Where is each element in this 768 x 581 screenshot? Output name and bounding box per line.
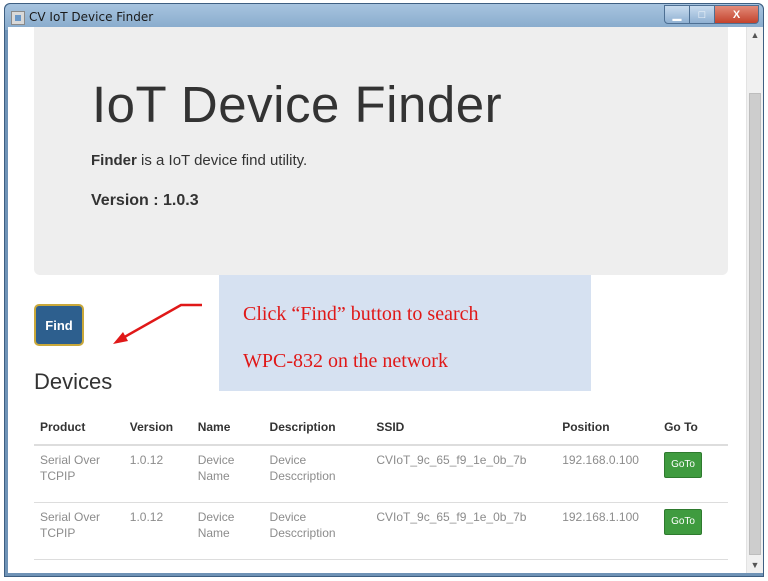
cell-goto: GoTo bbox=[658, 445, 728, 503]
col-header-description: Description bbox=[263, 410, 371, 446]
cell-product: Serial Over TCPIP bbox=[34, 502, 124, 560]
cell-position: 192.168.1.100 bbox=[556, 502, 659, 560]
minimize-button[interactable]: ▁ bbox=[664, 5, 690, 24]
close-button[interactable]: X bbox=[715, 5, 759, 24]
cell-position: 192.168.0.100 bbox=[556, 445, 659, 503]
maximize-icon: □ bbox=[698, 8, 706, 21]
cell-version: 1.0.12 bbox=[123, 502, 192, 560]
col-header-version: Version bbox=[123, 410, 192, 446]
arrow-head-icon bbox=[113, 332, 128, 344]
goto-button[interactable]: GoTo bbox=[664, 509, 702, 535]
minimize-icon: ▁ bbox=[672, 9, 682, 21]
close-icon: X bbox=[732, 8, 741, 21]
devices-table: Product Version Name Description SSID Po… bbox=[34, 410, 728, 560]
scroll-down-icon[interactable]: ▼ bbox=[747, 557, 763, 573]
cell-name: Device Name bbox=[191, 502, 264, 560]
cell-name: Device Name bbox=[191, 445, 264, 503]
table-row: Serial Over TCPIP 1.0.12 Device Name Dev… bbox=[34, 445, 728, 503]
scroll-up-icon[interactable]: ▲ bbox=[747, 27, 763, 43]
cell-ssid: CVIoT_9c_65_f9_1e_0b_7b bbox=[370, 502, 557, 560]
scroll-thumb[interactable] bbox=[749, 93, 761, 555]
table-header-row: Product Version Name Description SSID Po… bbox=[34, 410, 728, 446]
cell-version: 1.0.12 bbox=[123, 445, 192, 503]
window-title: CV IoT Device Finder bbox=[29, 10, 154, 24]
vertical-scrollbar[interactable]: ▲ ▼ bbox=[746, 27, 763, 573]
cell-description: Device Desccription bbox=[263, 502, 371, 560]
client-area: IoT Device Finder Finder is a IoT device… bbox=[8, 27, 746, 573]
table-row: Serial Over TCPIP 1.0.12 Device Name Dev… bbox=[34, 502, 728, 560]
app-icon bbox=[11, 11, 25, 25]
goto-button[interactable]: GoTo bbox=[664, 452, 702, 478]
cell-product: Serial Over TCPIP bbox=[34, 445, 124, 503]
maximize-button[interactable]: □ bbox=[690, 5, 715, 24]
col-header-ssid: SSID bbox=[370, 410, 557, 446]
window-controls: ▁ □ X bbox=[664, 5, 759, 24]
col-header-product: Product bbox=[34, 410, 124, 446]
devices-heading: Devices bbox=[34, 369, 113, 394]
cell-description: Device Desccription bbox=[263, 445, 371, 503]
col-header-position: Position bbox=[556, 410, 659, 446]
col-header-name: Name bbox=[191, 410, 264, 446]
cell-ssid: CVIoT_9c_65_f9_1e_0b_7b bbox=[370, 445, 557, 503]
find-button[interactable]: Find bbox=[34, 304, 84, 346]
cell-goto: GoTo bbox=[658, 502, 728, 560]
col-header-goto: Go To bbox=[658, 410, 728, 446]
